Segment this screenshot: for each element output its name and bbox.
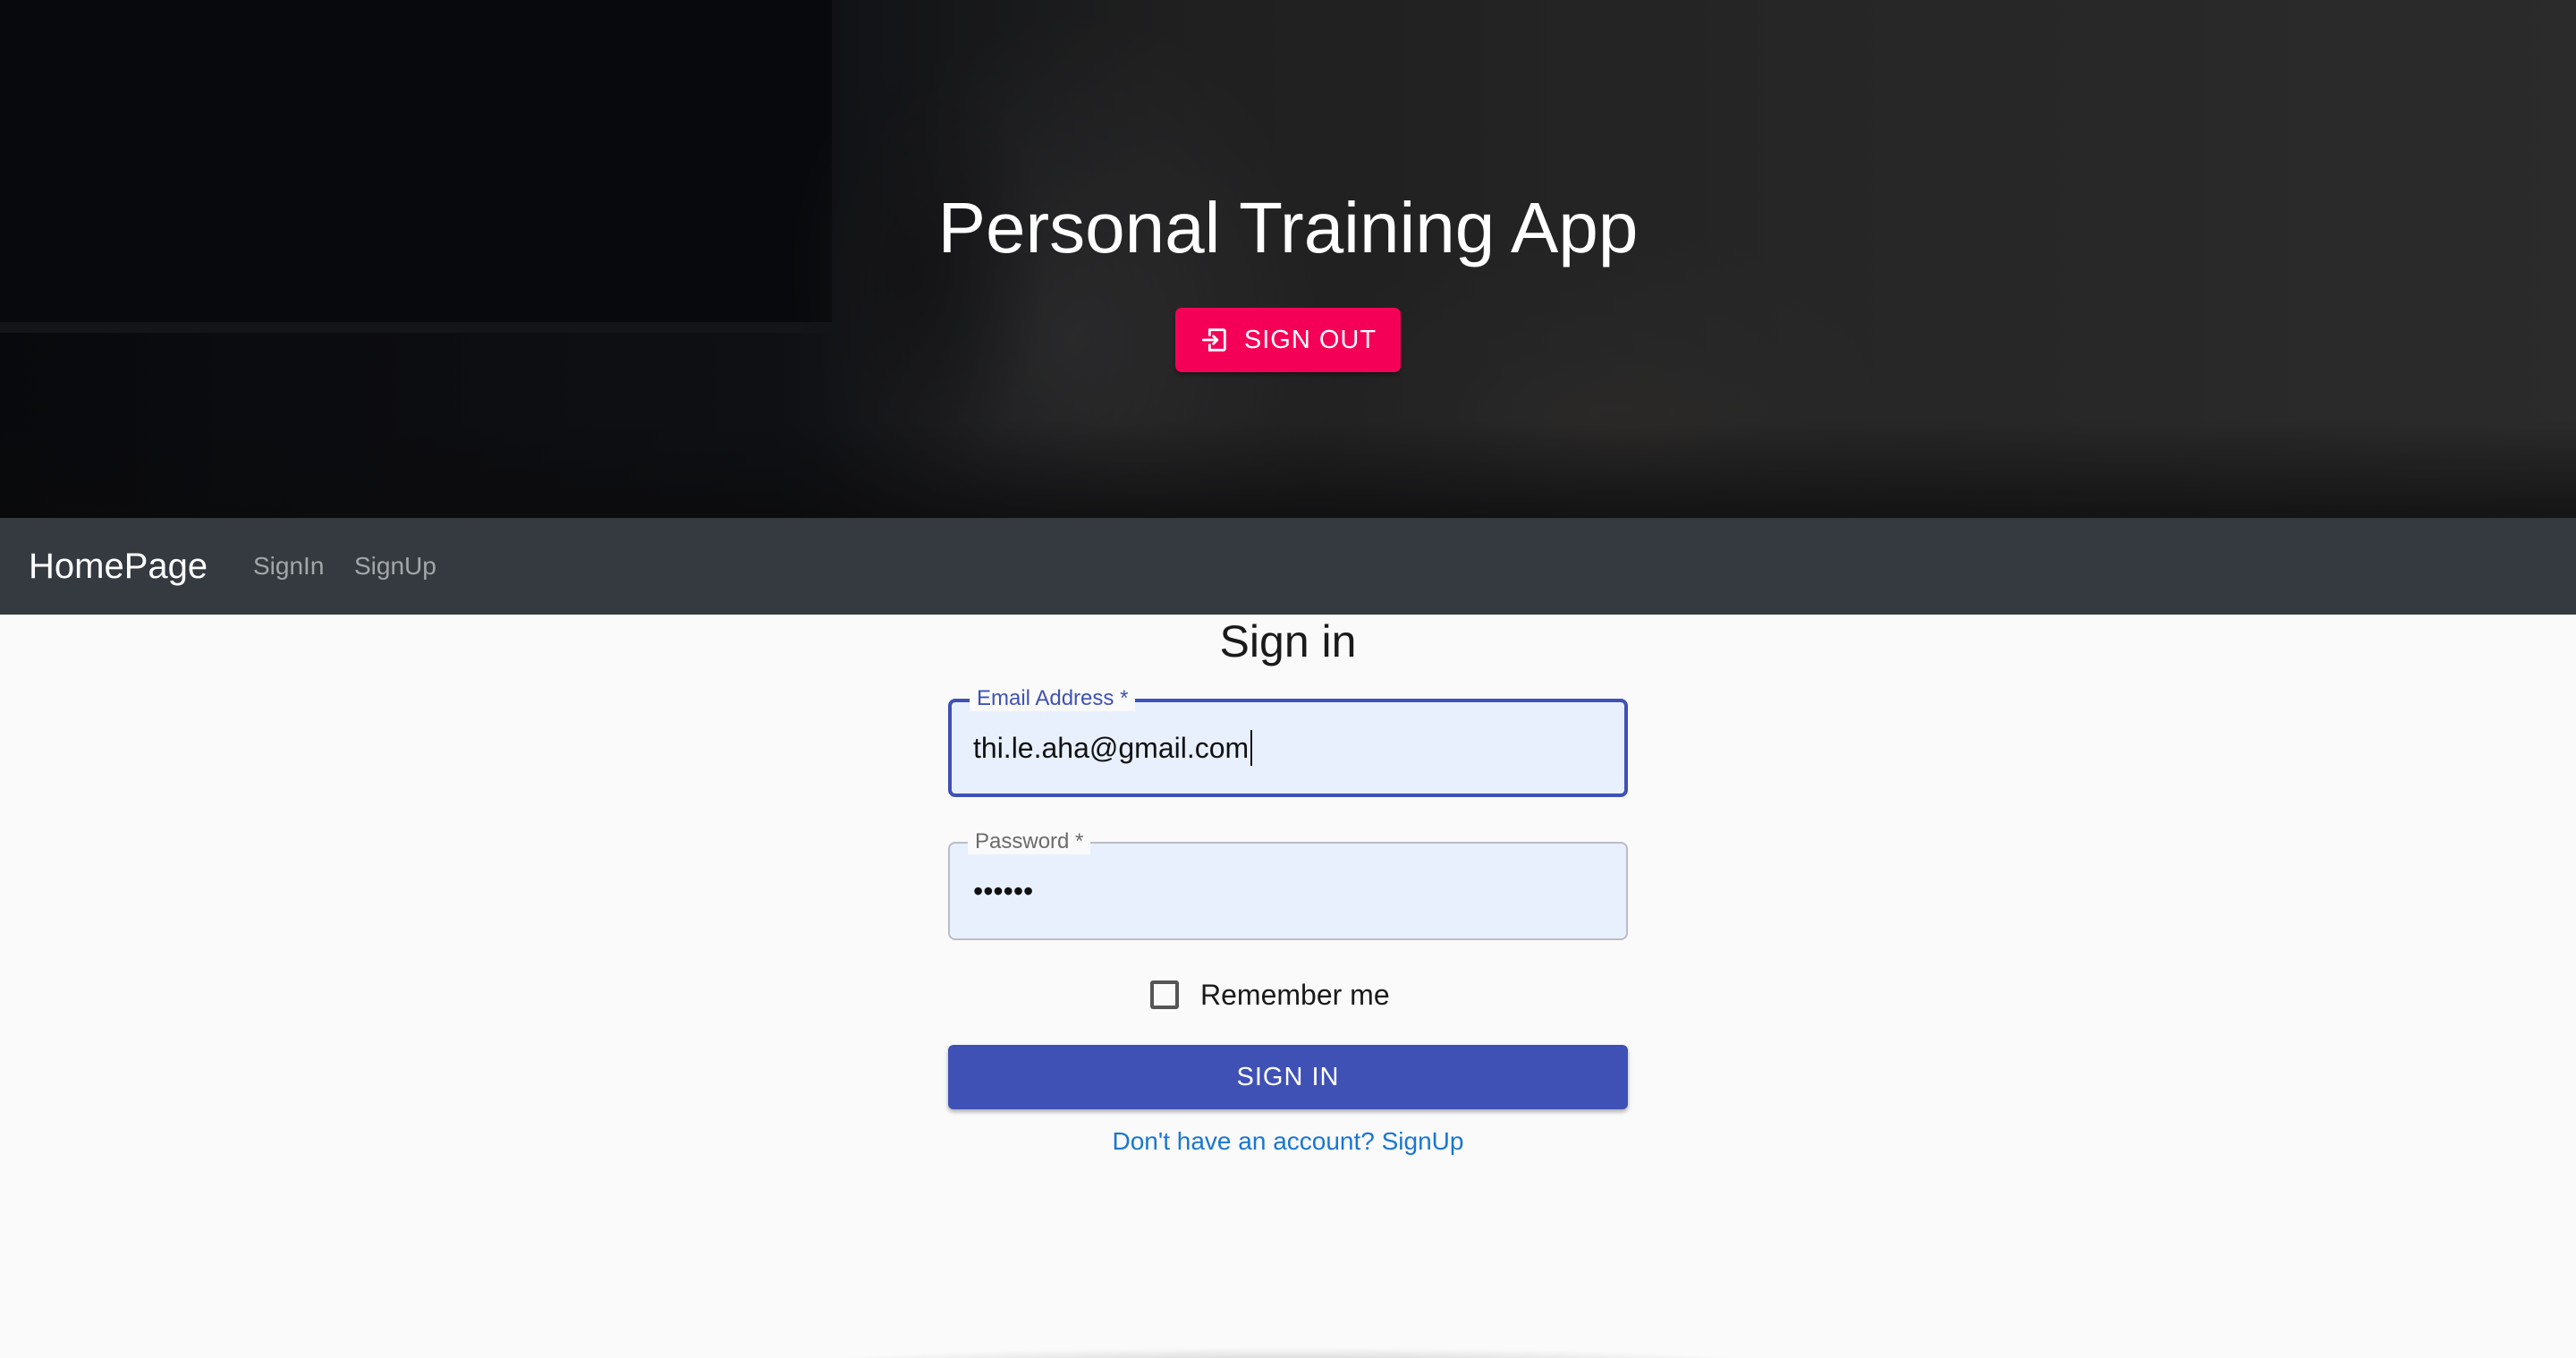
remember-me-checkbox[interactable]: [1150, 980, 1179, 1009]
sign-in-button[interactable]: SIGN IN: [948, 1045, 1628, 1109]
app-title: Personal Training App: [937, 188, 1639, 267]
nav-link-signup[interactable]: SignUp: [354, 518, 436, 615]
top-navbar: HomePage SignIn SignUp: [0, 518, 2576, 615]
remember-me-checkbox-row[interactable]: Remember me: [1150, 975, 1390, 1014]
sign-out-label: SIGN OUT: [1243, 325, 1377, 354]
navbar-brand-homepage[interactable]: HomePage: [29, 518, 208, 615]
card-bottom-shadow: [626, 1342, 1950, 1358]
email-field[interactable]: Email Address * thi.le.aha@gmail.com: [948, 686, 1628, 797]
nav-link-signin[interactable]: SignIn: [253, 518, 324, 615]
remember-me-label: Remember me: [1200, 978, 1390, 1011]
password-field[interactable]: Password * ••••••: [948, 829, 1628, 940]
form-title: Sign in: [1219, 616, 1357, 666]
sign-out-icon: [1199, 325, 1230, 355]
email-field-value: thi.le.aha@gmail.com: [973, 702, 1253, 794]
hero-banner: Personal Training App SIGN OUT: [0, 0, 2576, 518]
sign-out-button[interactable]: SIGN OUT: [1175, 308, 1401, 372]
password-field-value: ••••••: [973, 874, 1034, 907]
text-caret: [1250, 730, 1253, 766]
signup-link[interactable]: Don't have an account? SignUp: [0, 1124, 2576, 1159]
